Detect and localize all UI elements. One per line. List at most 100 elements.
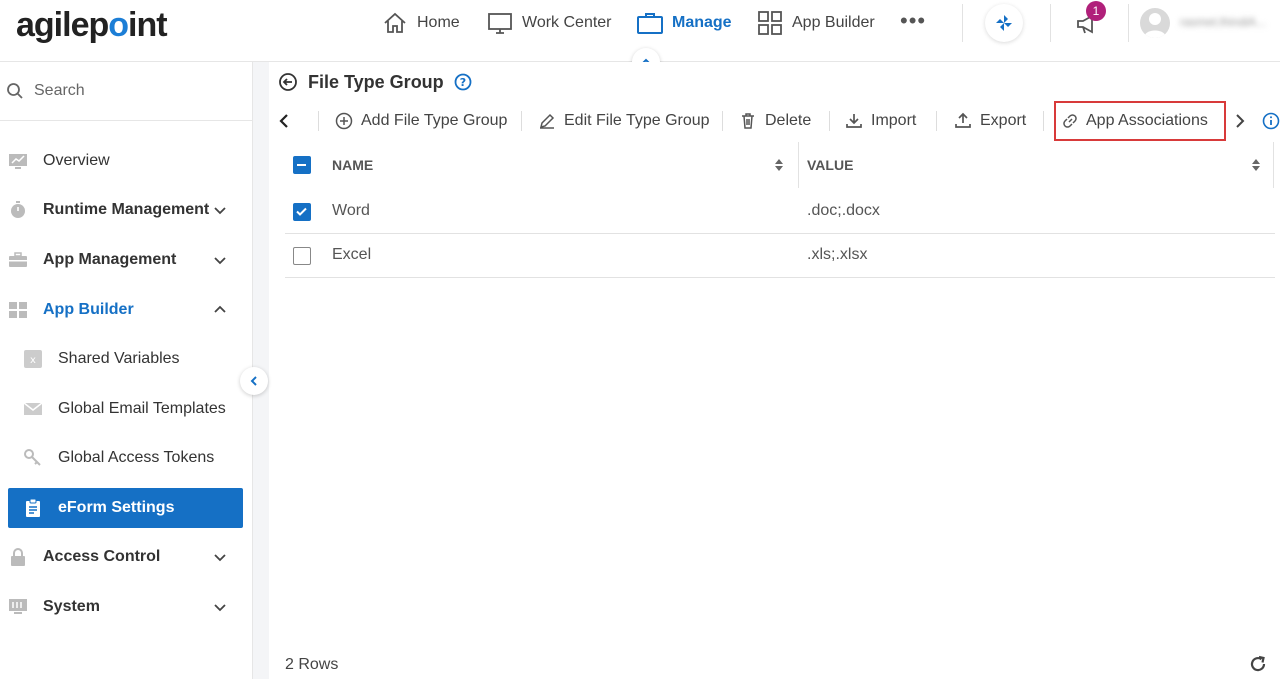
divider [829, 111, 830, 131]
divider [521, 111, 522, 131]
sidebar-item-runtime-management[interactable]: Runtime Management [0, 190, 253, 230]
upload-icon [955, 112, 971, 128]
cell-name: Excel [332, 246, 372, 263]
sidebar-search[interactable]: Search [0, 62, 253, 121]
row-checkbox[interactable] [293, 247, 311, 265]
search-icon [7, 83, 23, 99]
toolbox-icon [9, 252, 27, 267]
svg-text:x: x [30, 355, 36, 366]
nav-home[interactable]: Home [381, 0, 460, 46]
clipboard-icon [26, 498, 40, 517]
divider [936, 111, 937, 131]
sort-icon[interactable] [774, 158, 784, 172]
nav-work-center[interactable]: Work Center [486, 0, 612, 46]
briefcase-icon [637, 13, 663, 34]
add-file-type-group-button[interactable]: Add File Type Group [335, 100, 507, 142]
sidebar-item-shared-variables[interactable]: x Shared Variables [0, 339, 253, 379]
help-icon[interactable]: ? [454, 73, 472, 91]
row-checkbox[interactable] [293, 203, 311, 221]
column-header-value[interactable]: VALUE [807, 157, 853, 173]
divider [962, 4, 963, 42]
svg-text:?: ? [459, 76, 465, 89]
sidebar-item-label: Global Access Tokens [58, 449, 215, 466]
system-icon [9, 599, 27, 614]
trash-icon [742, 113, 754, 129]
stopwatch-icon [11, 201, 25, 218]
chevron-down-icon [214, 604, 226, 612]
page-header: File Type Group ? [278, 70, 472, 94]
edit-file-type-group-button[interactable]: Edit File Type Group [538, 100, 710, 142]
ai-assistant-button[interactable] [985, 4, 1023, 42]
sidebar-item-label: Global Email Templates [58, 400, 226, 417]
username-label[interactable]: rasmet.lhindiA... [1180, 15, 1266, 29]
refresh-icon[interactable] [1248, 654, 1268, 674]
nav-manage-label: Manage [672, 14, 732, 31]
delete-button[interactable]: Delete [739, 100, 811, 142]
column-header-name[interactable]: NAME [332, 157, 373, 173]
page-title: File Type Group [308, 71, 444, 92]
table-row[interactable]: Excel .xls;.xlsx [285, 234, 1275, 278]
plus-circle-icon [335, 112, 353, 130]
import-button-label: Import [871, 112, 917, 129]
scroll-left-icon[interactable] [275, 112, 293, 130]
cell-name: Word [332, 202, 370, 219]
divider [1050, 4, 1051, 42]
divider [1128, 4, 1129, 42]
divider [318, 111, 319, 131]
sidebar-item-global-access-tokens[interactable]: Global Access Tokens [0, 438, 253, 478]
sidebar-item-global-email-templates[interactable]: Global Email Templates [0, 389, 253, 429]
edit-button-label: Edit File Type Group [564, 112, 710, 129]
lock-icon [11, 548, 25, 566]
import-button[interactable]: Import [845, 100, 916, 142]
sidebar-item-label: Runtime Management [43, 201, 210, 218]
delete-button-label: Delete [765, 112, 812, 129]
envelope-icon [23, 402, 43, 415]
scroll-right-icon[interactable] [1231, 112, 1249, 130]
divider [722, 111, 723, 131]
monitor-icon [488, 13, 512, 34]
sidebar: Search Overview Runtime Management App M… [0, 62, 253, 679]
home-icon [384, 12, 406, 33]
agilepoint-logo[interactable]: agilepoint [16, 6, 168, 45]
sidebar-item-label: System [43, 598, 100, 615]
chevron-left-icon [250, 376, 257, 386]
column-divider [1273, 142, 1274, 188]
chevron-up-icon [214, 305, 226, 313]
key-icon [24, 449, 41, 466]
nav-work-center-label: Work Center [522, 14, 612, 31]
avatar[interactable] [1140, 8, 1170, 38]
sidebar-item-label: App Management [43, 251, 177, 268]
sidebar-item-label: eForm Settings [58, 499, 175, 516]
app-grid-icon [9, 302, 27, 318]
chevron-down-icon [214, 554, 226, 562]
sidebar-item-label: Overview [43, 152, 110, 169]
sidebar-item-label: Access Control [43, 548, 161, 565]
more-menu-icon[interactable]: ••• [900, 8, 926, 34]
sidebar-item-access-control[interactable]: Access Control [0, 537, 253, 577]
cell-value: .xls;.xlsx [807, 246, 868, 263]
info-icon[interactable] [1262, 112, 1280, 130]
table-header: NAME VALUE [285, 142, 1275, 188]
back-arrow-icon[interactable] [278, 72, 298, 92]
export-button[interactable]: Export [954, 100, 1026, 142]
download-icon [846, 114, 862, 128]
nav-app-builder[interactable]: App Builder [756, 0, 875, 46]
sidebar-item-system[interactable]: System [0, 587, 253, 627]
nav-home-label: Home [417, 14, 460, 31]
column-divider[interactable] [798, 142, 799, 188]
grid-icon [758, 11, 782, 35]
search-input[interactable]: Search [34, 82, 85, 100]
sidebar-item-app-management[interactable]: App Management [0, 240, 253, 280]
sort-icon[interactable] [1251, 158, 1261, 172]
nav-app-builder-label: App Builder [792, 14, 875, 31]
table-row[interactable]: Word .doc;.docx [285, 190, 1275, 234]
sidebar-item-overview[interactable]: Overview [0, 141, 253, 181]
notification-badge: 1 [1086, 1, 1106, 21]
sidebar-item-app-builder[interactable]: App Builder [0, 290, 253, 330]
collapse-sidebar-button[interactable] [240, 367, 268, 395]
variable-icon: x [24, 350, 42, 368]
sidebar-item-eform-settings[interactable]: eForm Settings [8, 488, 243, 528]
nav-manage[interactable]: Manage [636, 0, 732, 46]
sidebar-item-label: Shared Variables [58, 350, 180, 367]
select-all-checkbox[interactable] [293, 156, 311, 174]
